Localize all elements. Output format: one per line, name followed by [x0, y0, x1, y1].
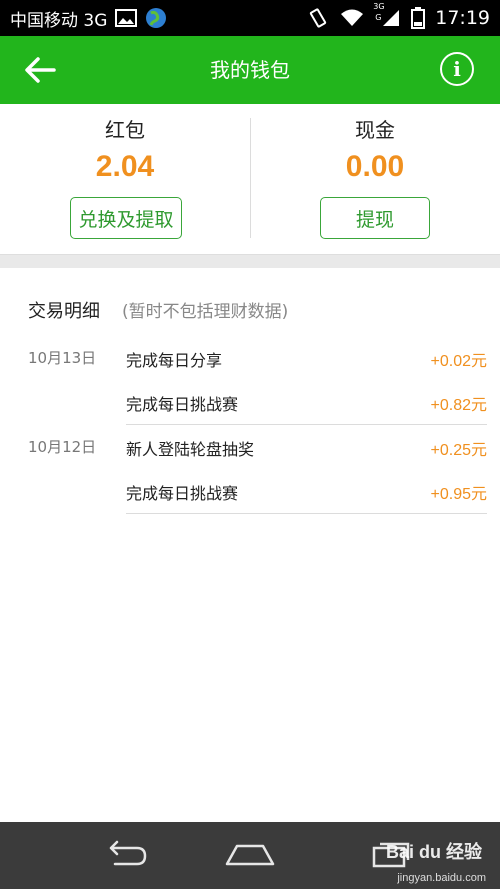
- table-row: 完成每日挑战赛 +0.95元: [126, 470, 487, 514]
- transaction-desc: 新人登陆轮盘抽奖: [126, 440, 255, 459]
- transaction-date: 10月12日: [28, 438, 97, 456]
- cash-balance: 现金 0.00 提现: [250, 104, 500, 254]
- cash-label: 现金: [355, 118, 395, 142]
- red-packet-value: 2.04: [95, 150, 155, 183]
- transaction-amount: +0.95元: [430, 486, 488, 503]
- red-packet-balance: 红包 2.04 兑换及提取: [0, 104, 250, 254]
- row-divider: [126, 513, 487, 514]
- withdraw-button[interactable]: 提现: [320, 197, 430, 239]
- transactions-note: (暂时不包括理财数据): [122, 302, 289, 322]
- back-icon: [109, 840, 147, 866]
- app-bar: 我的钱包 i: [0, 36, 500, 104]
- carrier-label: 中国移动 3G: [10, 10, 108, 31]
- transaction-date: 10月13日: [28, 349, 97, 367]
- transaction-amount: +0.82元: [430, 397, 488, 414]
- watermark-logo: Bai du 经验: [385, 842, 482, 862]
- nav-back-button[interactable]: [84, 832, 164, 878]
- red-packet-label: 红包: [105, 118, 145, 142]
- battery-icon: [411, 7, 426, 29]
- vibrate-icon: [307, 7, 329, 29]
- watermark-url: jingyan.baidu.com: [397, 872, 486, 884]
- signal-icon: 3G G: [373, 2, 401, 28]
- status-bar: 中国移动 3G 3G G 17:19: [0, 0, 500, 36]
- wifi-icon: [339, 8, 365, 28]
- exchange-withdraw-button[interactable]: 兑换及提取: [70, 197, 182, 239]
- navigation-bar: Bai du 经验 jingyan.baidu.com: [0, 822, 500, 889]
- info-button[interactable]: i: [440, 52, 474, 86]
- transaction-desc: 完成每日分享: [126, 351, 223, 370]
- cash-value: 0.00: [345, 150, 405, 183]
- balance-panel: 红包 2.04 兑换及提取 现金 0.00 提现: [0, 104, 500, 254]
- section-divider: [0, 254, 500, 268]
- page-title: 我的钱包: [210, 58, 290, 82]
- row-divider: [126, 424, 487, 425]
- globe-icon: [145, 7, 167, 29]
- table-row: 新人登陆轮盘抽奖 +0.25元: [126, 426, 487, 470]
- nav-home-button[interactable]: [210, 832, 290, 878]
- transaction-amount: +0.02元: [430, 353, 488, 370]
- network-tag: 3G: [373, 2, 385, 11]
- transactions-title: 交易明细: [28, 301, 100, 322]
- table-row: 完成每日分享 +0.02元: [126, 337, 487, 381]
- clock: 17:19: [435, 7, 490, 29]
- home-icon: [225, 844, 275, 866]
- network-tag-sub: G: [375, 13, 382, 22]
- table-row: 完成每日挑战赛 +0.82元: [126, 381, 487, 425]
- transactions-header: 交易明细 (暂时不包括理财数据): [28, 297, 288, 323]
- info-icon: i: [453, 57, 461, 81]
- gallery-icon: [115, 9, 138, 27]
- transaction-desc: 完成每日挑战赛: [126, 484, 239, 503]
- transaction-desc: 完成每日挑战赛: [126, 395, 239, 414]
- transaction-amount: +0.25元: [430, 442, 488, 459]
